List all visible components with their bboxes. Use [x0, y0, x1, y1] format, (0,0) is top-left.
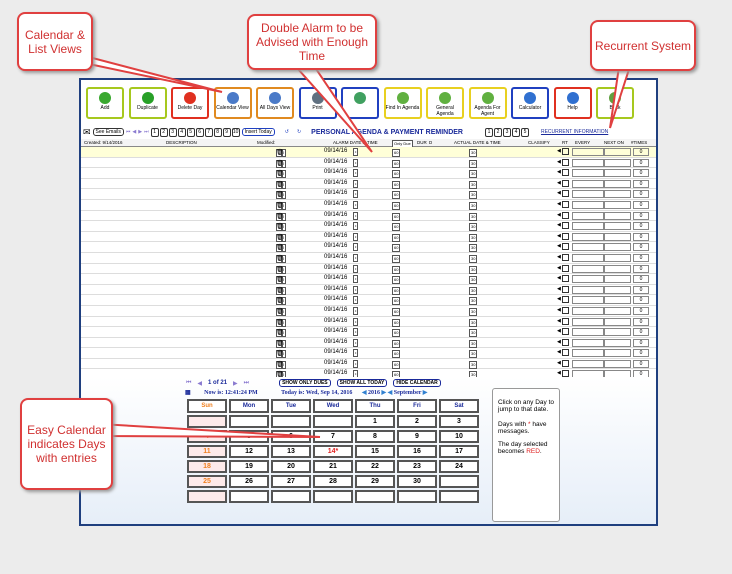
callout-alarm: Double Alarm to be Advised with Enough T… — [247, 14, 377, 70]
callout-calendar: Easy Calendar indicates Days with entrie… — [20, 398, 113, 490]
pointer-alarm — [287, 59, 373, 153]
pointer-calendar — [99, 422, 321, 438]
callout-views: Calendar & List Views — [17, 12, 93, 71]
callout-recurrent: Recurrent System — [590, 20, 696, 71]
